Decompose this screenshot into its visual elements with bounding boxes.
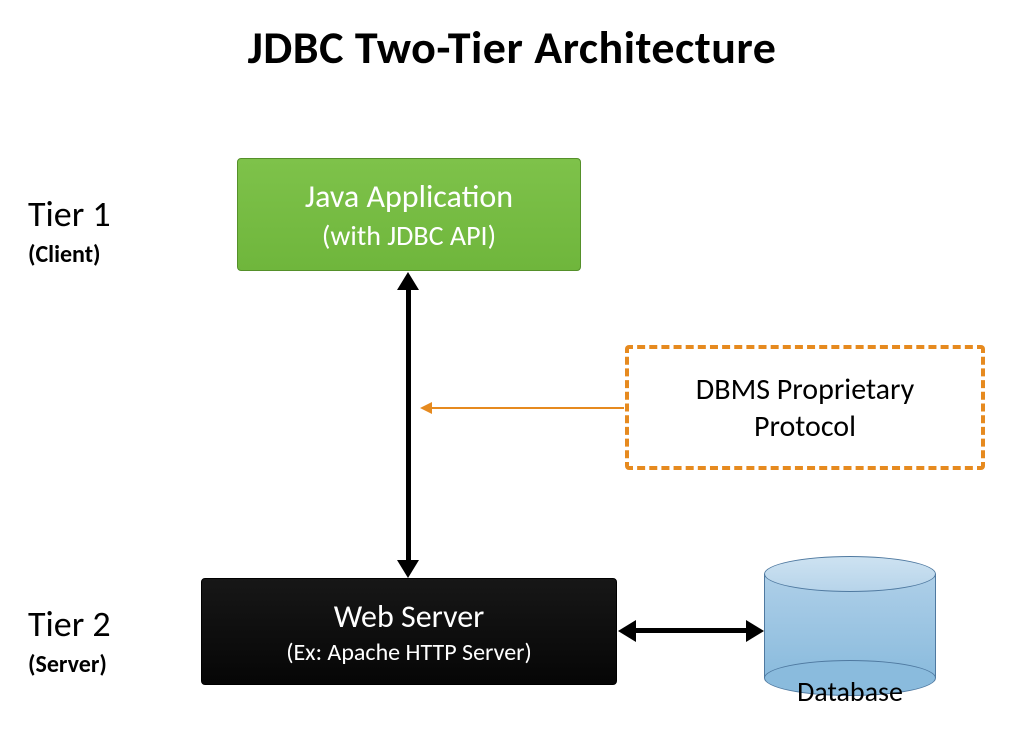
dbms-protocol-line2: Protocol [754,408,856,445]
dbms-protocol-line1: DBMS Proprietary [696,371,914,408]
dbms-protocol-box: DBMS Proprietary Protocol [625,345,985,470]
java-application-box: Java Application (with JDBC API) [237,158,581,271]
arrow-java-web-icon [406,289,411,561]
arrow-web-db-icon [635,628,747,633]
database-cylinder-icon: Database [764,556,936,696]
database-label: Database [764,674,936,709]
web-server-label: Web Server [334,597,485,636]
web-server-sublabel: (Ex: Apache HTTP Server) [286,638,532,667]
tier1-sublabel: (Client) [28,240,101,269]
diagram-canvas: JDBC Two-Tier Architecture Tier 1 (Clien… [0,0,1024,753]
arrow-dbms-annotation-icon [430,407,624,409]
tier1-label: Tier 1 [28,192,111,236]
tier2-label: Tier 2 [28,602,111,646]
arrow-down-head-icon [397,560,419,578]
arrow-up-head-icon [397,272,419,290]
tier2-sublabel: (Server) [28,650,107,679]
arrow-left-head-icon [618,620,636,642]
java-application-sublabel: (with JDBC API) [322,218,496,253]
arrow-dbms-annotation-head-icon [420,402,432,414]
arrow-right-head-icon [746,620,764,642]
diagram-title: JDBC Two-Tier Architecture [0,20,1024,76]
web-server-box: Web Server (Ex: Apache HTTP Server) [201,578,617,685]
java-application-label: Java Application [305,177,513,216]
